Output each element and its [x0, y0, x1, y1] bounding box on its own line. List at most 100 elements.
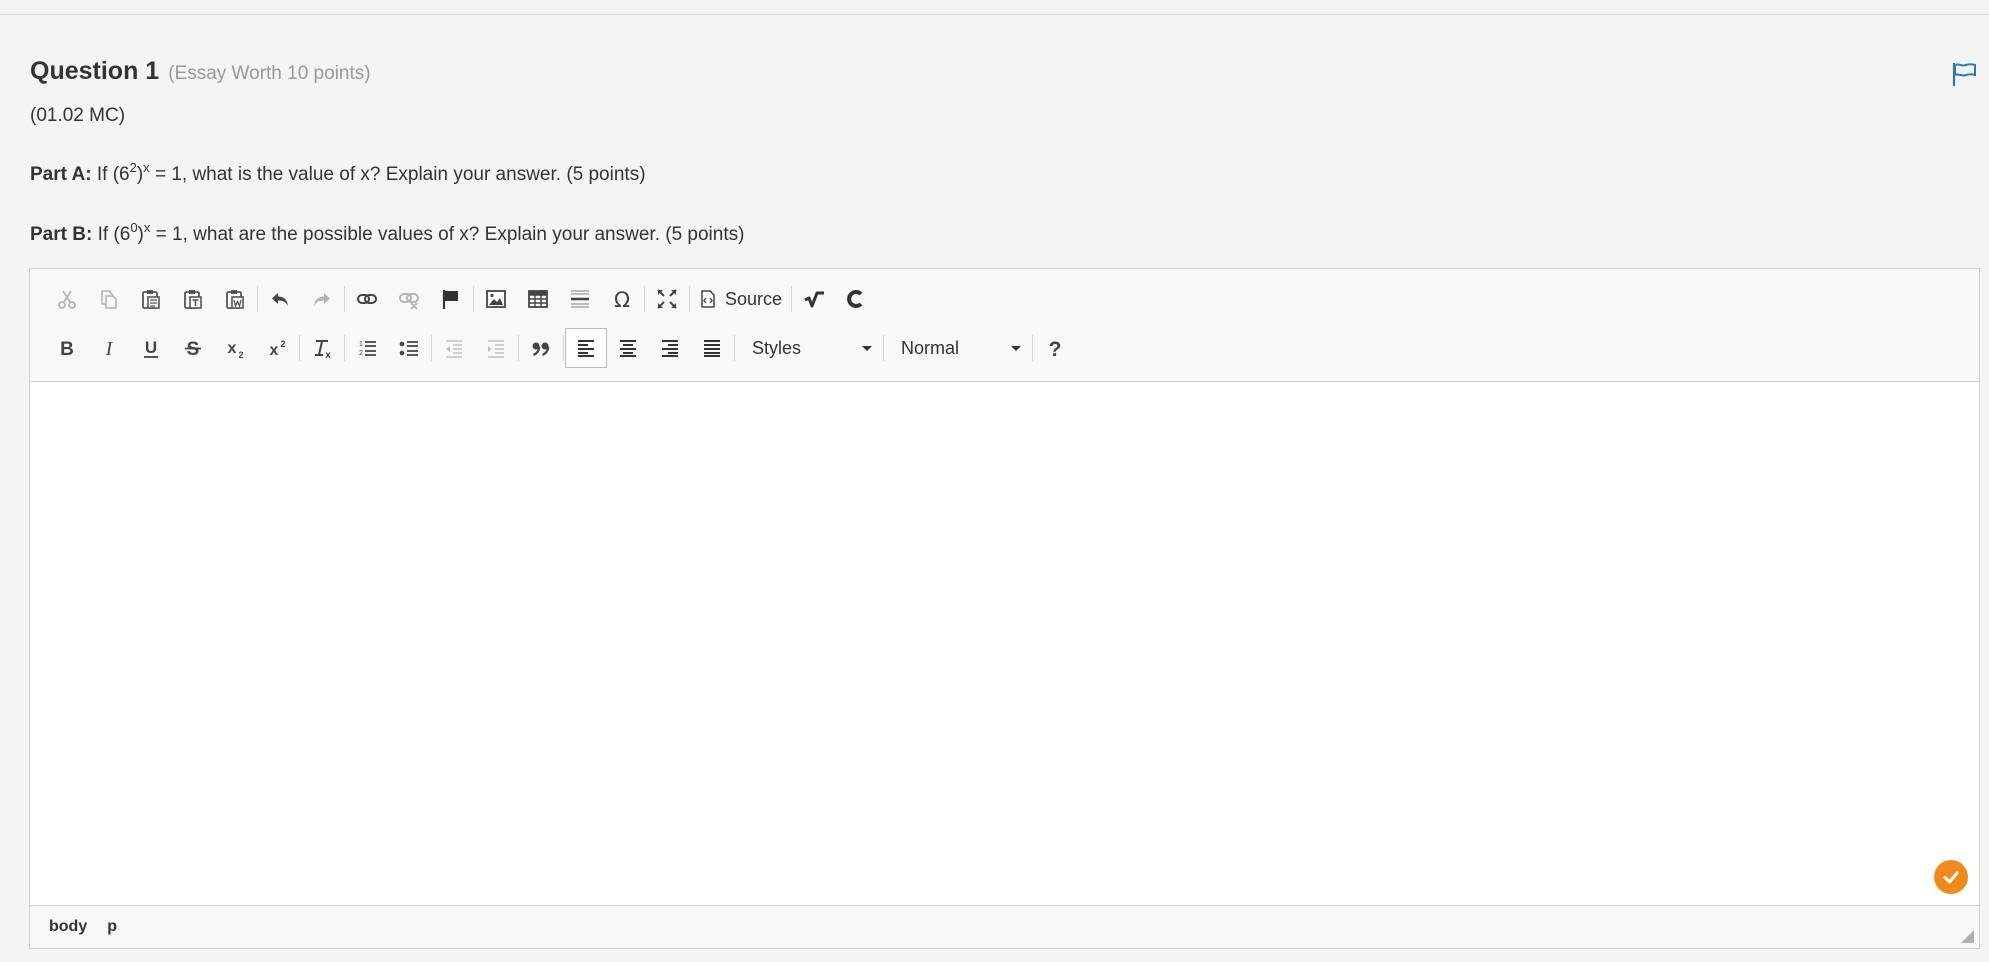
- part-b-pre: If (6: [92, 224, 131, 245]
- editor-content-area[interactable]: [30, 382, 1979, 907]
- toolbar-separator: [563, 335, 564, 361]
- math-icon: [804, 291, 825, 308]
- blockquote-button[interactable]: [520, 328, 562, 368]
- horizontal-line-icon: [571, 290, 589, 308]
- svg-text:1: 1: [359, 341, 363, 348]
- link-icon: [357, 294, 377, 304]
- unlink-button[interactable]: [388, 279, 430, 319]
- paste-word-button[interactable]: [214, 279, 256, 319]
- chevron-down-icon: [862, 345, 872, 351]
- subscript-icon: x2: [228, 340, 244, 359]
- svg-text:I: I: [105, 338, 114, 359]
- align-left-icon: [578, 340, 594, 357]
- italic-button[interactable]: I: [88, 328, 130, 368]
- flag-icon[interactable]: [1950, 60, 1978, 88]
- table-icon: [528, 290, 548, 308]
- align-right-icon: [662, 340, 678, 357]
- toolbar-separator: [644, 286, 645, 312]
- indent-button[interactable]: [475, 328, 517, 368]
- paste-button[interactable]: [130, 279, 172, 319]
- align-right-button[interactable]: [649, 328, 691, 368]
- part-a-post: = 1, what is the value of x? Explain you…: [149, 164, 646, 185]
- editor-toolbar: Ω Source B I U S x2 x2 x 12 Styles Norma…: [30, 269, 1979, 382]
- cut-button[interactable]: [46, 279, 88, 319]
- numbered-list-icon: 12: [359, 341, 376, 357]
- undo-icon: [272, 293, 288, 306]
- redo-icon: [314, 293, 330, 306]
- special-char-button[interactable]: Ω: [601, 279, 643, 319]
- toolbar-separator: [431, 335, 432, 361]
- bulleted-list-icon: [399, 341, 418, 356]
- toolbar-separator: [734, 335, 735, 361]
- copy-icon: [101, 290, 117, 309]
- toolbar-separator: [344, 335, 345, 361]
- spellcheck-badge[interactable]: [1934, 860, 1968, 894]
- align-justify-icon: [704, 340, 720, 357]
- paste-text-button[interactable]: [172, 279, 214, 319]
- horizontal-line-button[interactable]: [559, 279, 601, 319]
- path-body[interactable]: body: [49, 918, 87, 936]
- maximize-button[interactable]: [646, 279, 688, 319]
- question-header: Question 1 (Essay Worth 10 points): [30, 57, 371, 91]
- copy-button[interactable]: [88, 279, 130, 319]
- source-label: Source: [725, 288, 783, 309]
- link-button[interactable]: [346, 279, 388, 319]
- toolbar-separator: [883, 335, 884, 361]
- numbered-list-button[interactable]: 12: [346, 328, 388, 368]
- anchor-button[interactable]: [430, 279, 472, 319]
- paste-word-icon: [226, 290, 244, 309]
- underline-button[interactable]: U: [130, 328, 172, 368]
- undo-button[interactable]: [259, 279, 301, 319]
- align-justify-button[interactable]: [691, 328, 733, 368]
- toolbar-separator: [299, 335, 300, 361]
- help-button[interactable]: ?: [1034, 328, 1076, 368]
- path-p[interactable]: p: [107, 918, 117, 936]
- format-dropdown[interactable]: Normal: [885, 328, 1031, 368]
- styles-label: Styles: [752, 337, 802, 358]
- question-code: (01.02 MC): [30, 105, 126, 126]
- part-a-label: Part A:: [30, 164, 92, 185]
- toolbar-separator: [257, 286, 258, 312]
- bold-button[interactable]: B: [46, 328, 88, 368]
- part-b-exp2: x: [143, 220, 151, 235]
- chevron-down-icon: [1011, 345, 1021, 351]
- superscript-icon: x2: [270, 339, 286, 359]
- superscript-button[interactable]: x2: [256, 328, 298, 368]
- bulleted-list-button[interactable]: [388, 328, 430, 368]
- svg-text:?: ?: [1049, 338, 1062, 359]
- align-left-button[interactable]: [565, 328, 607, 368]
- redo-button[interactable]: [301, 279, 343, 319]
- resize-handle-icon[interactable]: [1959, 928, 1975, 944]
- top-border: [0, 0, 1989, 15]
- strike-icon: S: [185, 339, 201, 359]
- math-button[interactable]: [793, 279, 835, 319]
- part-b-post: = 1, what are the possible values of x? …: [150, 224, 745, 245]
- subscript-button[interactable]: x2: [214, 328, 256, 368]
- blockquote-icon: [532, 342, 550, 357]
- table-button[interactable]: [517, 279, 559, 319]
- anchor-icon: [442, 290, 458, 309]
- svg-text:x: x: [228, 340, 237, 357]
- align-center-button[interactable]: [607, 328, 649, 368]
- toolbar-separator: [518, 335, 519, 361]
- part-b-text: Part B: If (60)x = 1, what are the possi…: [30, 220, 745, 246]
- strike-button[interactable]: S: [172, 328, 214, 368]
- remove-format-button[interactable]: x: [301, 328, 343, 368]
- cut-icon: [58, 290, 76, 309]
- bold-icon: B: [60, 339, 74, 359]
- image-button[interactable]: [475, 279, 517, 319]
- svg-text:Ω: Ω: [614, 288, 630, 310]
- svg-text:2: 2: [238, 350, 243, 359]
- toolbar-separator: [1032, 335, 1033, 361]
- part-b-label: Part B:: [30, 224, 93, 245]
- align-center-icon: [620, 340, 636, 357]
- styles-dropdown[interactable]: Styles: [736, 328, 882, 368]
- svg-text:2: 2: [359, 350, 363, 357]
- toolbar-separator: [344, 286, 345, 312]
- svg-text:B: B: [60, 339, 74, 359]
- chemistry-button[interactable]: [835, 279, 877, 319]
- source-icon: [701, 290, 715, 308]
- outdent-button[interactable]: [433, 328, 475, 368]
- source-button[interactable]: Source: [691, 279, 790, 319]
- toolbar-separator: [689, 286, 690, 312]
